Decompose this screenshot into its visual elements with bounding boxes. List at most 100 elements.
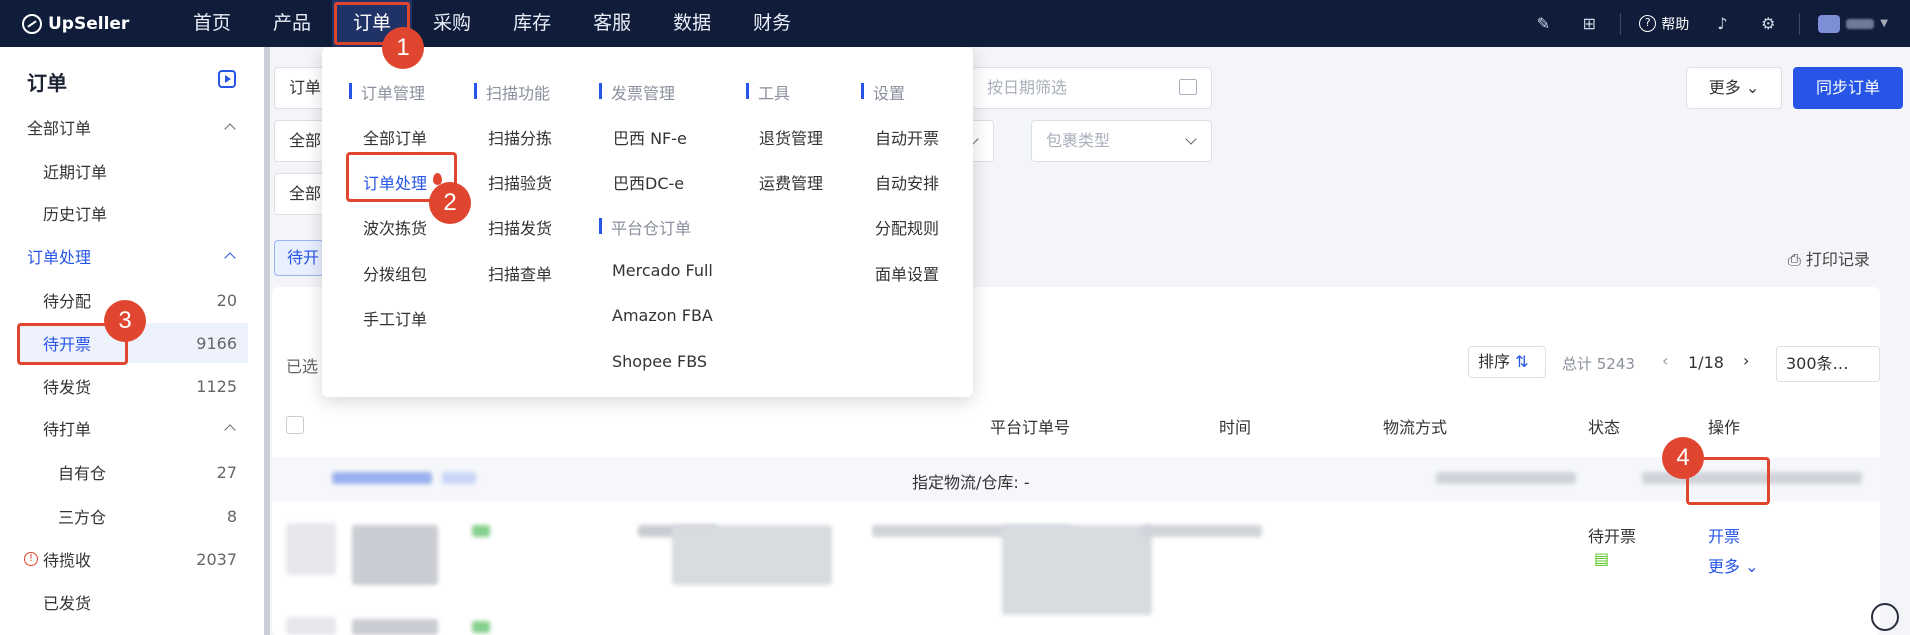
menu-item-returns[interactable]: 退货管理 <box>759 125 823 149</box>
sidebar-item-label: 待揽收 <box>43 551 92 570</box>
video-guide-icon[interactable] <box>218 70 236 88</box>
user-menu[interactable]: ▼ <box>1818 14 1888 33</box>
sidebar-item-count: 8 <box>226 506 237 526</box>
gear-icon[interactable]: ⚙ <box>1757 13 1779 35</box>
sidebar-item-order-processing[interactable]: 订单处理 <box>0 236 248 276</box>
upseller-logo[interactable]: UpSeller <box>22 13 172 34</box>
more-actions-button[interactable]: 更多 ⌄ <box>1686 67 1782 109</box>
menu-item-auto-invoice[interactable]: 自动开票 <box>875 125 939 149</box>
nav-finance[interactable]: 财务 <box>732 0 812 47</box>
store-blurred <box>1436 472 1576 484</box>
sidebar-item-count: 20 <box>216 290 237 310</box>
more-actions-label: 更多 <box>1708 78 1741 97</box>
sync-orders-button[interactable]: 同步订单 <box>1793 67 1903 109</box>
logistics-blurred <box>1142 525 1262 537</box>
sidebar-item-label: 待分配 <box>43 292 92 311</box>
menu-item-distribution-pack[interactable]: 分拨组包 <box>363 261 427 285</box>
calendar-icon <box>1179 79 1197 95</box>
selected-count-label: 已选 <box>286 357 319 376</box>
help-button[interactable]: ? 帮助 <box>1639 14 1689 34</box>
sidebar-item-label: 自有仓 <box>58 464 107 483</box>
menu-item-scan-ship[interactable]: 扫描发货 <box>488 215 552 239</box>
top-nav-bar: UpSeller 首页 产品 订单 采购 库存 客服 数据 财务 ✎ ⊞ ? 帮… <box>0 0 1910 47</box>
group-logistics-text: 指定物流/仓库: - <box>912 473 1030 492</box>
sidebar-scrollbar[interactable] <box>264 47 270 635</box>
chevron-up-icon <box>224 123 236 135</box>
print-log-link[interactable]: ⎙ 打印记录 <box>1788 246 1870 270</box>
sidebar-item-all-orders[interactable]: 全部订单 <box>0 107 248 147</box>
menu-section-settings: 设置 <box>861 80 905 104</box>
main-nav: 首页 产品 订单 采购 库存 客服 数据 财务 <box>172 0 812 47</box>
nav-home[interactable]: 首页 <box>172 0 252 47</box>
menu-item-scan-inspect[interactable]: 扫描验货 <box>488 170 552 194</box>
sidebar-item-to-ship[interactable]: 待发货 1125 <box>0 366 248 406</box>
sidebar-item-count: 2037 <box>196 549 237 569</box>
chevron-down-icon: ▼ <box>1880 18 1888 29</box>
apps-grid-icon[interactable]: ⊞ <box>1578 13 1600 35</box>
sort-label: 排序 <box>1478 352 1511 371</box>
sidebar-item-label: 历史订单 <box>43 205 108 224</box>
menu-item-scan-sort[interactable]: 扫描分拣 <box>488 125 552 149</box>
sidebar-item-recent-orders[interactable]: 近期订单 <box>0 151 248 191</box>
bell-icon[interactable]: ♪ <box>1711 13 1733 35</box>
menu-item-scan-lookup[interactable]: 扫描查单 <box>488 261 552 285</box>
sidebar-item-third-party-warehouse[interactable]: 三方仓 8 <box>0 496 248 536</box>
menu-item-label-settings[interactable]: 面单设置 <box>875 261 939 285</box>
chevron-up-icon <box>224 424 236 436</box>
sidebar-title: 订单 <box>27 71 67 95</box>
nav-customer-service[interactable]: 客服 <box>572 0 652 47</box>
menu-item-auto-arrange[interactable]: 自动安排 <box>875 170 939 194</box>
next-page-button[interactable]: › <box>1743 351 1749 370</box>
order-id-blurred <box>332 472 432 484</box>
hammer-icon[interactable]: ✎ <box>1532 13 1554 35</box>
invoice-note-icon[interactable]: ▤ <box>1594 549 1609 568</box>
menu-item-mercado-full[interactable]: Mercado Full <box>612 261 713 280</box>
nav-purchase[interactable]: 采购 <box>412 0 492 47</box>
sidebar-item-own-warehouse[interactable]: 自有仓 27 <box>0 452 248 492</box>
tab-to-invoice[interactable]: 待开 <box>274 240 324 276</box>
menu-section-scan: 扫描功能 <box>474 80 550 104</box>
issue-invoice-link[interactable]: 开票 <box>1708 523 1740 547</box>
row-more-actions-link[interactable]: 更多 ⌄ <box>1708 553 1759 577</box>
menu-item-shopee-fbs[interactable]: Shopee FBS <box>612 352 707 371</box>
menu-item-brazil-dce[interactable]: 巴西DC-e <box>613 170 684 194</box>
sidebar-item-to-print[interactable]: 待打单 <box>0 408 248 448</box>
page-size-select[interactable]: 300条… <box>1776 346 1880 382</box>
product-image-blurred <box>286 523 336 575</box>
menu-item-wave-picking[interactable]: 波次拣货 <box>363 215 427 239</box>
menu-item-freight[interactable]: 运费管理 <box>759 170 823 194</box>
sidebar-item-label: 待发货 <box>43 378 92 397</box>
nav-data[interactable]: 数据 <box>652 0 732 47</box>
sidebar-item-label: 三方仓 <box>58 508 107 527</box>
menu-item-amazon-fba[interactable]: Amazon FBA <box>612 306 713 325</box>
qty-blurred <box>472 525 490 537</box>
brand-name: UpSeller <box>48 13 130 34</box>
help-label: 帮助 <box>1661 16 1690 33</box>
select-all-checkbox[interactable] <box>286 416 304 434</box>
sidebar-item-history-orders[interactable]: 历史订单 <box>0 193 248 233</box>
col-header-actions: 操作 <box>1708 418 1741 437</box>
menu-item-brazil-nfe[interactable]: 巴西 NF-e <box>613 125 687 149</box>
date-filter-input[interactable]: 按日期筛选 <box>972 67 1212 109</box>
avatar <box>1818 14 1841 33</box>
nav-products[interactable]: 产品 <box>252 0 332 47</box>
tag-blurred <box>442 472 476 484</box>
sort-button[interactable]: 排序 ⇅ <box>1468 346 1546 378</box>
customer-support-icon[interactable] <box>1871 603 1899 631</box>
step-badge-1: 1 <box>382 27 424 69</box>
date-filter-placeholder: 按日期筛选 <box>987 78 1068 97</box>
menu-item-allocation-rules[interactable]: 分配规则 <box>875 215 939 239</box>
menu-item-manual-orders[interactable]: 手工订单 <box>363 306 427 330</box>
sidebar-item-to-collect[interactable]: ! 待揽收 2037 <box>0 539 248 579</box>
prev-page-button[interactable]: ‹ <box>1662 351 1668 370</box>
nav-inventory[interactable]: 库存 <box>492 0 572 47</box>
package-type-placeholder: 包裹类型 <box>1046 131 1111 150</box>
sidebar-item-shipped[interactable]: 已发货 <box>0 582 248 622</box>
logo-icon <box>22 13 42 34</box>
menu-item-all-orders[interactable]: 全部订单 <box>363 125 427 149</box>
sidebar-item-label: 订单处理 <box>27 248 92 267</box>
qty-blurred-2 <box>472 621 490 633</box>
alert-icon: ! <box>24 552 38 566</box>
package-type-select[interactable]: 包裹类型 <box>1031 120 1212 162</box>
divider <box>1799 12 1801 35</box>
